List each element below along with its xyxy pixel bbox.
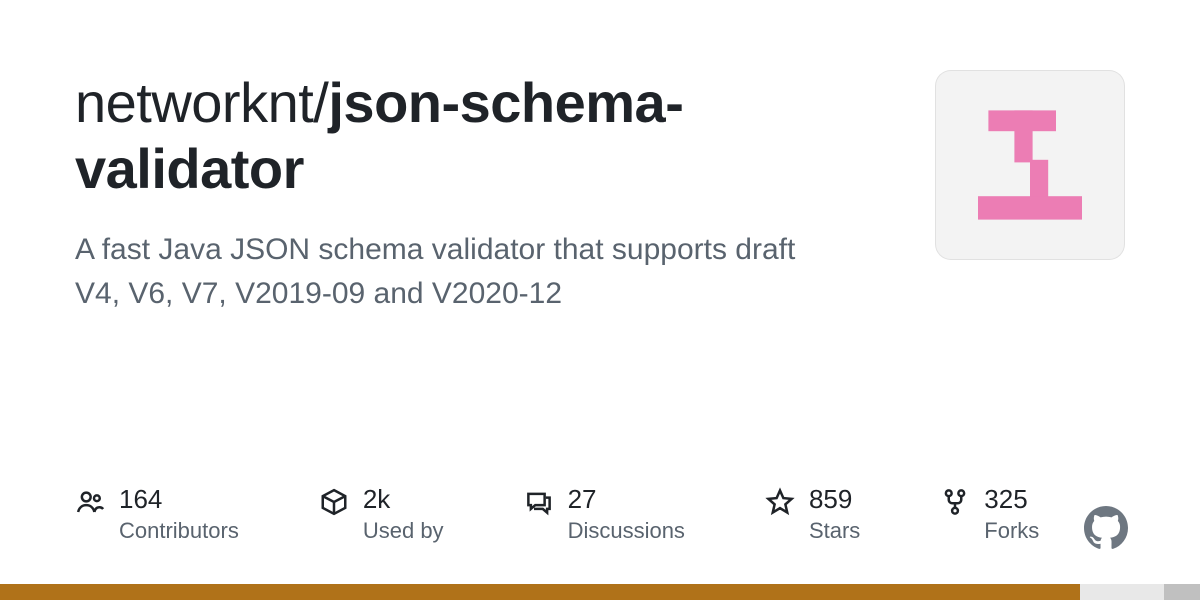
stat-label: Discussions (568, 518, 685, 544)
github-mark-icon[interactable] (1084, 506, 1128, 550)
people-icon (75, 487, 105, 517)
star-icon (765, 487, 795, 517)
title-slash: / (313, 71, 328, 134)
stat-used-by[interactable]: 2k Used by (319, 485, 444, 544)
stat-stars[interactable]: 859 Stars (765, 485, 860, 544)
stat-discussions[interactable]: 27 Discussions (524, 485, 685, 544)
stat-label: Forks (984, 518, 1039, 544)
stat-label: Contributors (119, 518, 239, 544)
stat-value: 164 (119, 485, 239, 514)
stat-label: Used by (363, 518, 444, 544)
fork-icon (940, 487, 970, 517)
stat-value: 325 (984, 485, 1039, 514)
avatar[interactable] (935, 70, 1125, 260)
stat-forks[interactable]: 325 Forks (940, 485, 1039, 544)
package-icon (319, 487, 349, 517)
stat-value: 859 (809, 485, 860, 514)
stat-label: Stars (809, 518, 860, 544)
stats-row: 164 Contributors 2k Used by 27 (75, 485, 1125, 544)
repo-description: A fast Java JSON schema validator that s… (75, 228, 835, 315)
comment-icon (524, 487, 554, 517)
stat-value: 2k (363, 485, 444, 514)
repo-title[interactable]: networknt/json-schema-validator (75, 70, 895, 202)
repo-owner: networknt (75, 71, 313, 134)
stat-value: 27 (568, 485, 685, 514)
language-bar (0, 584, 1200, 600)
stat-contributors[interactable]: 164 Contributors (75, 485, 239, 544)
avatar-identicon (965, 100, 1095, 230)
